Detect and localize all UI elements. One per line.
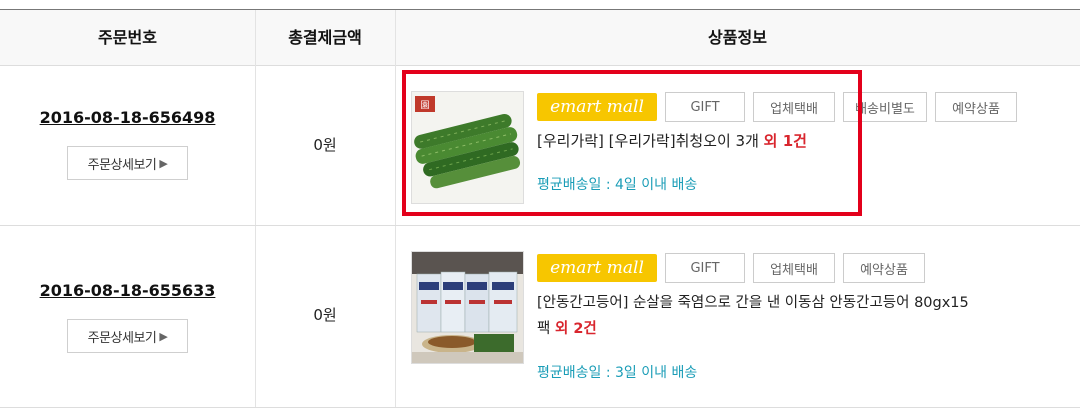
product-title-line2: 팩 <box>537 321 551 337</box>
order-detail-button[interactable]: 주문상세보기 ▶ <box>67 319 188 353</box>
order-number-link[interactable]: 2016-08-18-656498 <box>0 108 255 127</box>
tag-vendor-delivery: 업체택배 <box>753 253 835 283</box>
table-row: 2016-08-18-655633 주문상세보기 ▶ 0원 emart mall… <box>0 226 1080 408</box>
order-detail-label: 주문상세보기 <box>87 157 157 173</box>
tag-gift: GIFT <box>665 253 745 283</box>
highlight-box <box>402 70 862 216</box>
order-number-link[interactable]: 2016-08-18-655633 <box>0 281 255 300</box>
mackerel-pack-image <box>412 252 523 363</box>
product-thumbnail[interactable] <box>411 251 524 364</box>
header-product: 상품정보 <box>708 28 767 47</box>
total-amount: 0원 <box>313 306 337 324</box>
header-total: 총결제금액 <box>288 28 362 47</box>
play-arrow-icon: ▶ <box>159 329 168 343</box>
total-amount: 0원 <box>313 136 337 154</box>
table-header: 주문번호 총결제금액 상품정보 <box>0 10 1080 66</box>
tag-preorder: 예약상품 <box>843 253 925 283</box>
order-detail-label: 주문상세보기 <box>87 330 157 346</box>
product-tags: emart mall GIFT 업체택배 예약상품 <box>537 253 925 283</box>
tag-preorder: 예약상품 <box>935 92 1017 122</box>
product-title[interactable]: [안동간고등어] 순살을 죽염으로 간을 낸 이동삼 안동간고등어 80gx15… <box>537 290 1067 342</box>
order-detail-button[interactable]: 주문상세보기 ▶ <box>67 146 188 180</box>
emart-mall-badge: emart mall <box>537 254 657 282</box>
shipping-estimate: 평균배송일 : 3일 이내 배송 <box>537 365 698 381</box>
header-order-no: 주문번호 <box>98 28 157 47</box>
play-arrow-icon: ▶ <box>159 156 168 170</box>
more-items-count: 외 2건 <box>554 321 597 337</box>
product-title-line1: [안동간고등어] 순살을 죽염으로 간을 낸 이동삼 안동간고등어 80gx15 <box>537 295 969 311</box>
